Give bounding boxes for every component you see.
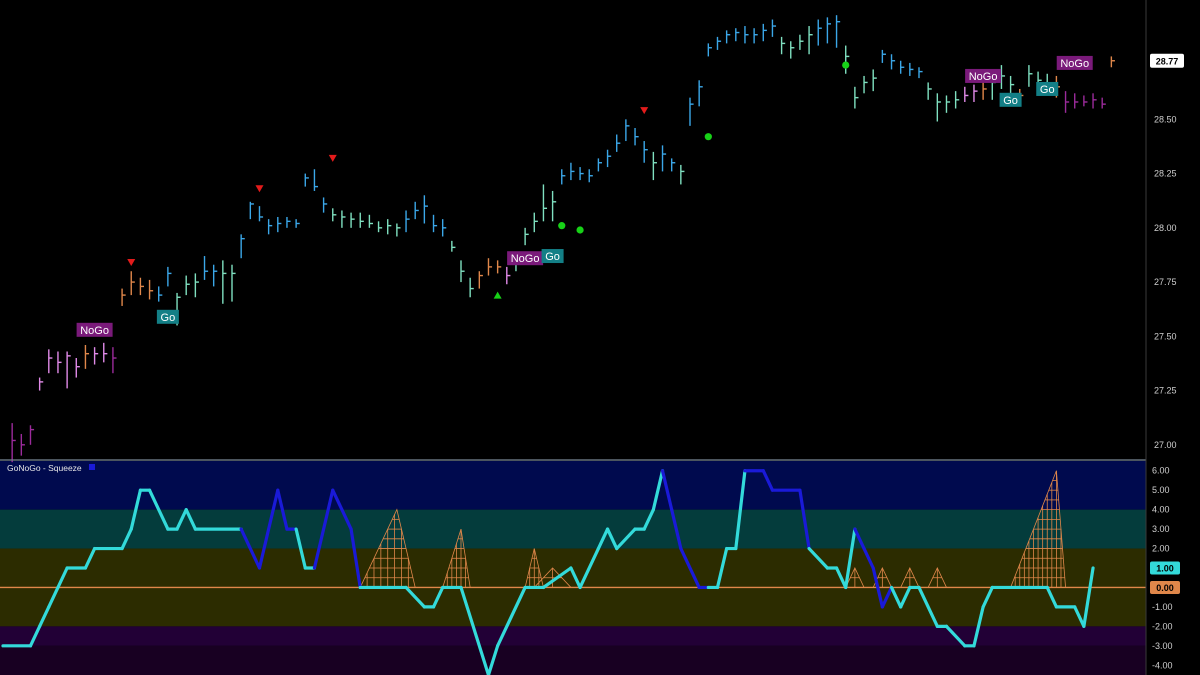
oscillator-tick-label: 6.00 xyxy=(1152,466,1170,476)
oscillator-tick-label: -3.00 xyxy=(1152,641,1173,651)
oscillator-menu-icon[interactable] xyxy=(89,464,95,470)
tag-label: Go xyxy=(1040,84,1055,96)
nogo-tag[interactable]: NoGo xyxy=(965,68,1002,83)
price-tick-label: 27.00 xyxy=(1154,440,1177,450)
last-price-badge[interactable]: 28.77 xyxy=(1150,53,1184,68)
tag-label: NoGo xyxy=(511,253,540,265)
trend-continuation-dot[interactable] xyxy=(842,61,850,69)
price-tick-label: 28.50 xyxy=(1154,114,1177,124)
strong-go-zone xyxy=(0,461,1146,510)
tag-label: Go xyxy=(161,312,176,324)
nogo-tag[interactable]: NoGo xyxy=(76,322,113,337)
tag-label: NoGo xyxy=(1060,58,1089,70)
go-tag[interactable]: Go xyxy=(156,309,179,324)
oscillator-title-text: GoNoGo - Squeeze xyxy=(7,463,82,473)
tag-label: Go xyxy=(545,251,560,263)
tag-label: Go xyxy=(1003,95,1018,107)
trend-continuation-dot[interactable] xyxy=(704,133,712,141)
zero-value-badge[interactable]: 0.00 xyxy=(1150,580,1180,594)
last-price-value: 28.77 xyxy=(1156,56,1179,66)
trend-continuation-dot[interactable] xyxy=(558,222,566,230)
price-tick-label: 28.25 xyxy=(1154,169,1177,179)
nogo-tag[interactable]: NoGo xyxy=(507,251,544,266)
oscillator-tick-label: -1.00 xyxy=(1152,602,1173,612)
price-tick-label: 28.00 xyxy=(1154,223,1177,233)
zero-value: 0.00 xyxy=(1156,583,1174,593)
oscillator-value: 1.00 xyxy=(1156,564,1174,574)
nogo-tag[interactable]: NoGo xyxy=(1056,55,1093,70)
strong-nogo-zone xyxy=(0,645,1146,675)
price-tick-label: 27.75 xyxy=(1154,277,1177,287)
oscillator-tick-label: 4.00 xyxy=(1152,505,1170,515)
oscillator-tick-label: 2.00 xyxy=(1152,544,1170,554)
price-tick-label: 27.25 xyxy=(1154,386,1177,396)
oscillator-tick-label: 3.00 xyxy=(1152,524,1170,534)
trend-continuation-dot[interactable] xyxy=(576,226,584,234)
tag-label: NoGo xyxy=(969,71,998,83)
oscillator-tick-label: -4.00 xyxy=(1152,660,1173,670)
go-tag[interactable]: Go xyxy=(1036,81,1059,96)
price-tick-label: 27.50 xyxy=(1154,331,1177,341)
tag-label: NoGo xyxy=(80,325,109,337)
oscillator-tick-label: -2.00 xyxy=(1152,621,1173,631)
gonogo-chart[interactable]: NoGo Go NoGo Go NoGo Go Go NoGo 28.50 28.25 28.00… xyxy=(0,0,1200,675)
go-tag[interactable]: Go xyxy=(999,92,1022,107)
oscillator-value-badge[interactable]: 1.00 xyxy=(1150,561,1180,575)
oscillator-tick-label: 5.00 xyxy=(1152,485,1170,495)
go-tag[interactable]: Go xyxy=(541,249,564,263)
